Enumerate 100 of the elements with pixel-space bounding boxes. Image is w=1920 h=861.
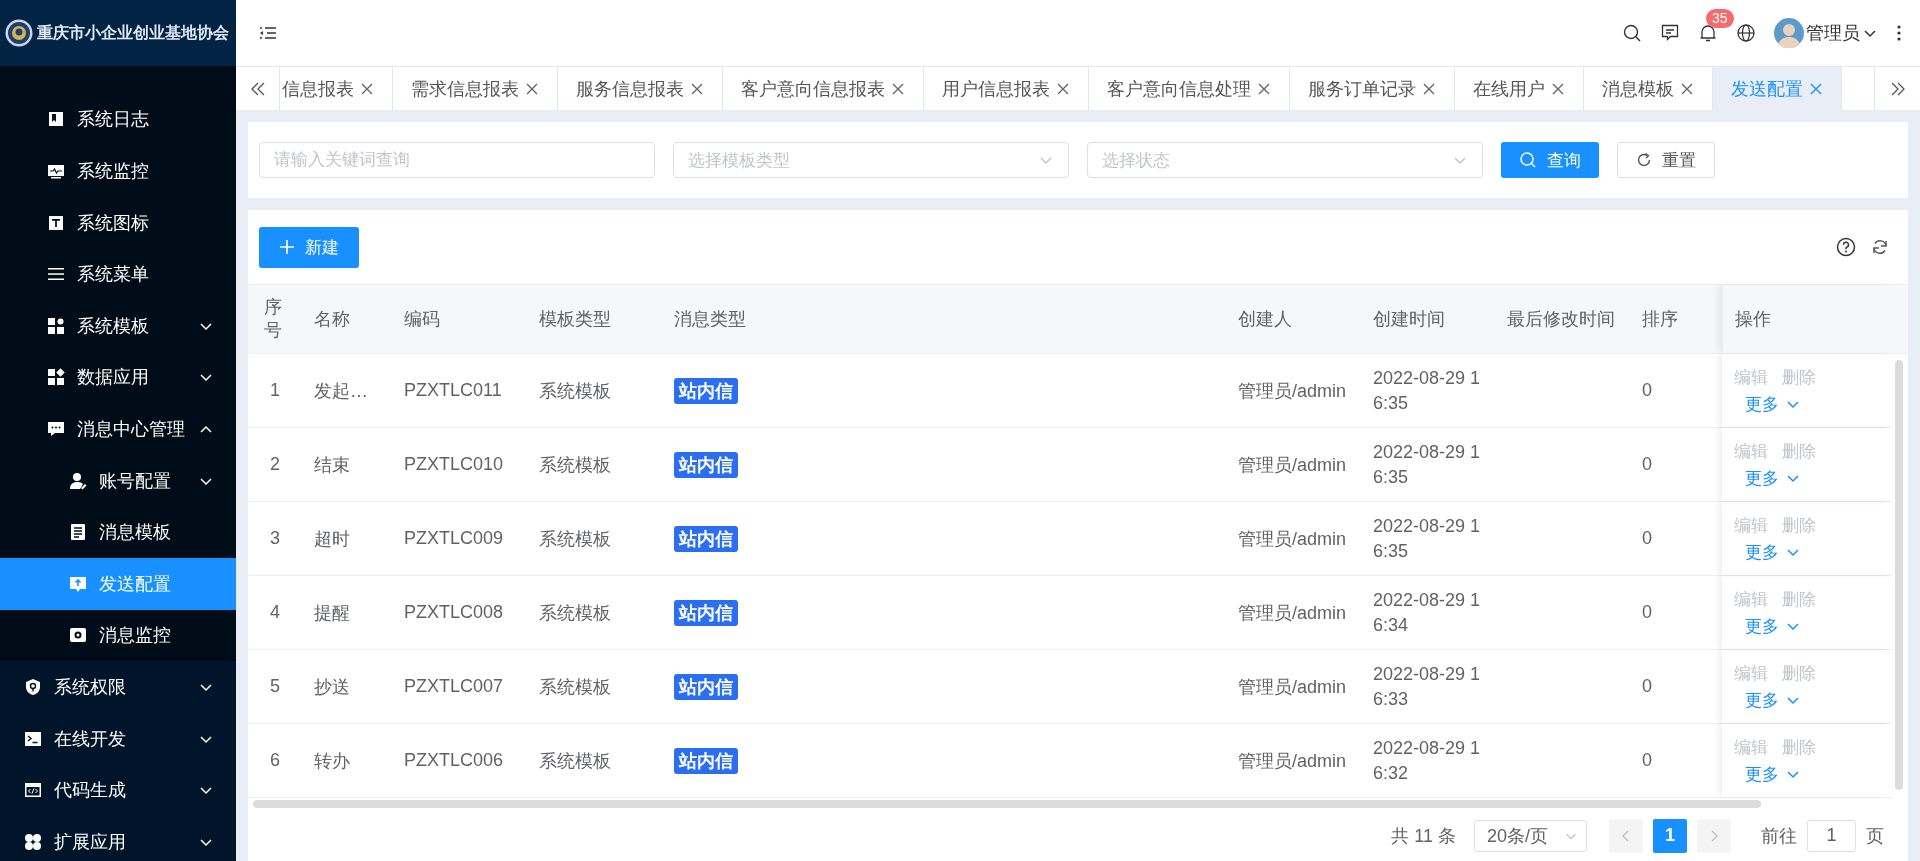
total-count: 共 11 条 (1391, 824, 1456, 848)
more-link[interactable]: 更多 (1745, 688, 1801, 712)
more-link[interactable]: 更多 (1745, 762, 1801, 786)
column-header: 消息类型 (673, 308, 747, 331)
table-cell-text: PZXTLC006 (403, 749, 505, 772)
table-cell-text: 2022-08-29 16:33 (1373, 663, 1482, 711)
table-cell-text: 4 (269, 601, 281, 624)
table-cell-text: 0 (1641, 675, 1653, 698)
table-cell-text: 超时 (313, 527, 351, 551)
table-cell-text: PZXTLC010 (403, 453, 505, 476)
close-icon[interactable] (525, 81, 539, 96)
table-cell-text: 2022-08-29 16:35 (1373, 367, 1482, 415)
close-icon[interactable] (1422, 81, 1436, 96)
table-cell-text: 3 (269, 527, 281, 550)
reset-button[interactable]: 重置 (1617, 142, 1715, 178)
close-icon[interactable] (690, 81, 704, 96)
close-icon[interactable] (1809, 81, 1823, 96)
keyword-field[interactable]: 请输入关键词查询 (259, 142, 655, 178)
table-cell-text: 系统模板 (538, 675, 612, 699)
app-title: 重庆市小企业创业基地协会 (37, 22, 229, 43)
bookmark-icon (46, 110, 65, 129)
shield-icon (24, 677, 42, 696)
table-cell-text: 0 (1641, 749, 1653, 772)
close-icon[interactable] (1257, 81, 1271, 96)
more-link[interactable]: 更多 (1745, 466, 1801, 490)
letter-t-icon (46, 213, 65, 232)
table-cell-text: 0 (1641, 453, 1653, 476)
chevron-left-icon (1620, 828, 1632, 843)
horizontal-scrollbar[interactable] (253, 800, 1761, 808)
user-icon (69, 471, 87, 490)
message-icon[interactable] (1660, 23, 1680, 43)
column-header: 名称 (313, 308, 351, 331)
table-cell-text: 管理员/admin (1237, 749, 1348, 773)
close-icon[interactable] (891, 81, 905, 96)
menu-item[interactable]: 系统日志 (0, 93, 236, 146)
table-cell-text: 提醒 (313, 601, 351, 625)
table-cell-text: 5 (269, 675, 281, 698)
plus-icon (279, 239, 295, 255)
table-cell-text: 系统模板 (538, 527, 612, 551)
vertical-scrollbar[interactable] (1895, 360, 1903, 790)
table-cell-text: 0 (1641, 601, 1653, 624)
user-name[interactable]: 管理员 (1806, 21, 1860, 45)
page-suffix: 页 (1866, 824, 1884, 848)
column-header: 创建人 (1237, 308, 1293, 331)
table-cell-text: 0 (1641, 527, 1653, 550)
goto-page-field[interactable]: 1 (1807, 819, 1856, 852)
more-link[interactable]: 更多 (1745, 540, 1801, 564)
table-cell-text: 系统模板 (538, 379, 612, 403)
help-icon[interactable] (1836, 237, 1856, 257)
close-icon[interactable] (1551, 81, 1565, 96)
menu-item[interactable]: 消息中心管理 (0, 403, 236, 455)
search-icon[interactable] (1622, 23, 1642, 43)
menu-item[interactable]: 系统菜单 (0, 248, 236, 300)
double-chevron-right-icon (1889, 80, 1906, 97)
avatar[interactable] (1774, 18, 1804, 48)
close-icon[interactable] (1056, 81, 1070, 96)
message-type-tag: 站内信 (674, 673, 738, 700)
table-cell-text: 管理员/admin (1237, 527, 1348, 551)
table-cell-text: 管理员/admin (1237, 453, 1348, 477)
table-cell-text: 2 (269, 453, 281, 476)
more-link[interactable]: 更多 (1745, 614, 1801, 638)
message-type-tag: 站内信 (674, 377, 738, 404)
table-cell-text: 结束 (313, 453, 351, 477)
menu-item[interactable]: 在线开发 (0, 712, 236, 765)
more-icon[interactable] (1896, 23, 1902, 43)
chevron-right-icon (1708, 828, 1720, 843)
message-type-tag: 站内信 (674, 451, 738, 478)
menu-item[interactable]: 系统监控 (0, 145, 236, 197)
camera-icon (69, 626, 87, 645)
message-type-tag: 站内信 (674, 525, 738, 552)
search-icon (1519, 151, 1537, 169)
table-cell-text: PZXTLC008 (403, 601, 505, 624)
menu-item[interactable]: 系统模板 (0, 299, 236, 352)
bell-icon[interactable] (1698, 23, 1718, 43)
column-header: 序号 (263, 295, 283, 342)
menu-item[interactable]: 系统图标 (0, 196, 236, 249)
menu-item[interactable]: 扩展应用 (0, 815, 236, 861)
refresh-icon[interactable] (1870, 237, 1890, 257)
menu-item[interactable]: 代码生成 (0, 764, 236, 816)
refresh-icon (1636, 152, 1652, 168)
column-header: 操作 (1722, 285, 1892, 353)
more-link[interactable]: 更多 (1745, 392, 1801, 416)
table-cell-text: 管理员/admin (1237, 379, 1348, 403)
close-icon[interactable] (1680, 81, 1694, 96)
globe-icon[interactable] (1736, 23, 1756, 43)
menu-item[interactable]: 消息模板 (0, 506, 236, 558)
code-icon (24, 781, 42, 800)
table-cell-text: PZXTLC007 (403, 675, 505, 698)
menu-item[interactable]: 数据应用 (0, 351, 236, 404)
table-cell-text: PZXTLC009 (403, 527, 505, 550)
document-icon (69, 523, 87, 542)
table-cell-text: 0 (1641, 379, 1653, 402)
column-header: 编码 (403, 308, 441, 331)
column-header: 创建时间 (1372, 308, 1446, 331)
menu-item[interactable]: 账号配置 (0, 454, 236, 507)
table-cell-text: 2022-08-29 16:34 (1373, 589, 1482, 637)
page-size-select[interactable]: 20条/页 (1474, 819, 1587, 852)
close-icon[interactable] (360, 81, 374, 96)
menu-item[interactable]: 消息监控 (0, 609, 236, 662)
menu-item[interactable]: 系统权限 (0, 661, 236, 713)
